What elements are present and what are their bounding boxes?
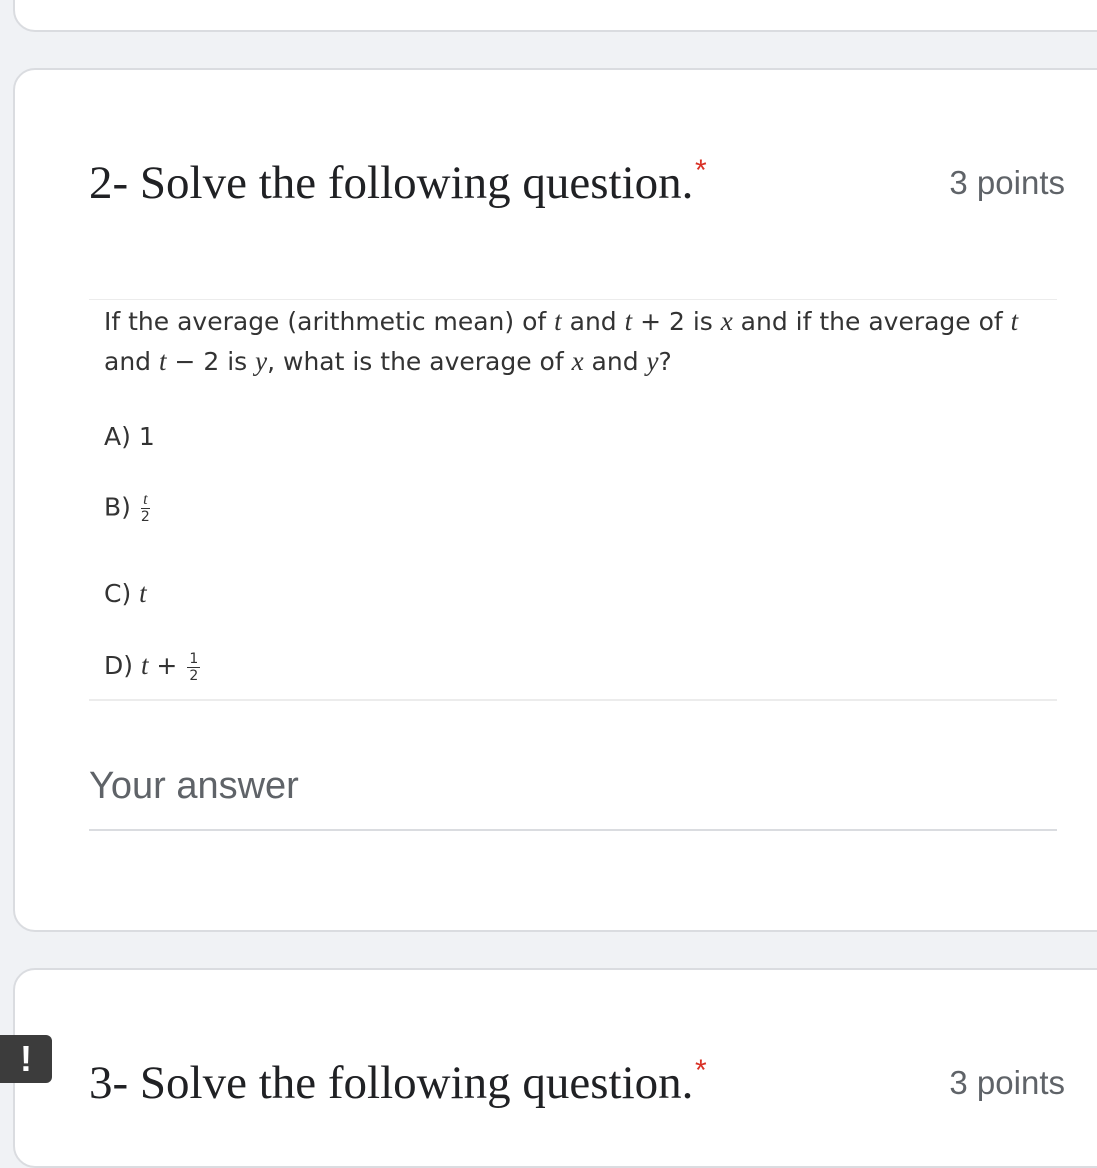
problem-text: and — [104, 347, 159, 376]
option-label: D) — [104, 651, 141, 680]
math-variable: t — [158, 346, 167, 376]
math-variable: t — [1010, 306, 1019, 336]
problem-text: and if the average of — [732, 307, 1011, 336]
option-a: A) 1 — [104, 422, 155, 451]
required-asterisk: * — [695, 154, 707, 187]
question-title: 3- Solve the following question. — [89, 1057, 694, 1109]
fraction-denominator: 2 — [140, 509, 150, 525]
plus-sign: + — [148, 651, 186, 680]
previous-question-card — [13, 0, 1097, 32]
fraction-numerator: 1 — [187, 650, 201, 668]
fraction: 12 — [187, 650, 201, 684]
report-button[interactable]: ! — [0, 1035, 52, 1083]
problem-text: , what is the average of — [267, 347, 572, 376]
math-variable: x — [571, 346, 584, 376]
fraction-denominator: 2 — [189, 667, 199, 684]
question-title: 2- Solve the following question. — [89, 157, 694, 209]
option-b: B) t2 — [104, 492, 152, 525]
required-asterisk: * — [695, 1054, 707, 1087]
math-variable: t — [139, 578, 147, 608]
math-variable: y — [646, 346, 659, 376]
problem-text: and — [583, 347, 647, 376]
points-label: 3 points — [949, 1064, 1065, 1101]
points-label: 3 points — [949, 164, 1065, 201]
problem-text: If the average (arithmetic mean) of — [104, 307, 555, 336]
answer-input[interactable]: Your answer — [89, 765, 299, 808]
question-card-3: 3- Solve the following question. * 3 poi… — [13, 968, 1097, 1168]
math-variable: t — [554, 306, 562, 336]
fraction: t2 — [140, 492, 150, 525]
answer-underline — [89, 829, 1057, 831]
math-variable: x — [720, 306, 733, 336]
option-c: C) t — [104, 578, 147, 609]
math-variable: y — [255, 346, 268, 376]
problem-text: − 2 is — [166, 347, 256, 376]
problem-line-2: and t − 2 is y, what is the average of x… — [104, 346, 672, 377]
problem-text: ? — [658, 347, 672, 376]
option-label: C) — [104, 579, 140, 608]
question-image: If the average (arithmetic mean) of t an… — [89, 299, 1057, 701]
option-label: B) — [104, 492, 139, 522]
option-label: A) — [104, 422, 139, 451]
problem-line-1: If the average (arithmetic mean) of t an… — [104, 306, 1018, 337]
problem-text: + 2 is — [632, 307, 721, 336]
option-d: D) t + 12 — [104, 650, 202, 684]
problem-text: and — [561, 307, 625, 336]
math-variable: t — [624, 306, 633, 336]
option-value: 1 — [138, 422, 155, 451]
fraction-numerator: t — [140, 492, 150, 509]
question-card-2: 2- Solve the following question. * 3 poi… — [13, 68, 1097, 932]
